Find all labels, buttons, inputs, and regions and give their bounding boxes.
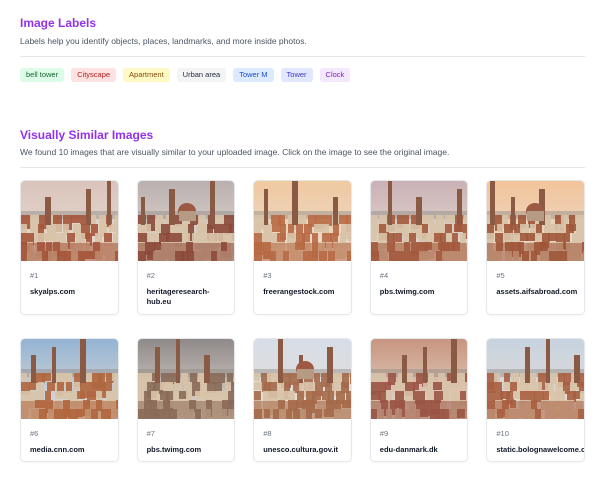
image-source-domain[interactable]: freerangestock.com	[263, 287, 347, 297]
similar-image-card[interactable]: #9 edu-danmark.dk	[369, 338, 469, 462]
similar-image-thumbnail[interactable]	[370, 339, 468, 419]
image-source-domain[interactable]: assets.aifsabroad.com	[496, 287, 580, 297]
similar-image-thumbnail[interactable]	[254, 181, 351, 261]
image-index: #7	[146, 429, 155, 438]
image-index: #8	[263, 429, 272, 438]
similar-image-card[interactable]: #3 freerangestock.com	[253, 180, 352, 315]
image-source-domain[interactable]: edu-danmark.dk	[380, 445, 464, 455]
similar-image-card[interactable]: #10 static.bolognawelcome.co...	[486, 338, 585, 462]
similar-image-thumbnail[interactable]	[137, 339, 235, 419]
similar-image-card[interactable]: #2 heritageresearch-hub.eu	[136, 180, 236, 315]
image-index: #4	[379, 271, 389, 280]
labels-description: Labels help you identify objects, places…	[20, 36, 307, 46]
image-source-domain[interactable]: media.cnn.com	[30, 445, 114, 455]
image-source-domain[interactable]: unesco.cultura.gov.it	[263, 445, 347, 455]
image-source-domain[interactable]: pbs.twimg.com	[380, 287, 464, 297]
similar-image-card[interactable]: #6 media.cnn.com	[20, 338, 119, 462]
label-chip[interactable]: Cityscape	[71, 68, 117, 82]
similar-image-card[interactable]: #4 pbs.twimg.com	[369, 180, 469, 315]
image-source-domain[interactable]: heritageresearch-hub.eu	[147, 287, 231, 307]
label-chip[interactable]: bell tower	[20, 68, 65, 82]
label-chip[interactable]: Clock	[319, 68, 351, 82]
image-source-domain[interactable]: static.bolognawelcome.co...	[496, 445, 584, 455]
label-chip[interactable]: Urban area	[176, 68, 227, 82]
label-chip-list: bell tower Cityscape Apartment Urban area To…	[20, 68, 351, 82]
label-chip[interactable]: Apartment	[123, 68, 170, 82]
similar-image-card[interactable]: #5 assets.aifsabroad.com	[486, 180, 585, 315]
image-source-domain[interactable]: skyalps.com	[30, 287, 114, 297]
similar-image-thumbnail[interactable]	[487, 181, 584, 261]
image-grid-row: #6 media.cnn.com #7 pbs.twimg.com #8 unesco.c…	[20, 338, 585, 462]
similar-image-thumbnail[interactable]	[21, 181, 118, 261]
similar-image-thumbnail[interactable]	[137, 181, 235, 261]
similar-image-card[interactable]: #7 pbs.twimg.com	[136, 338, 236, 462]
similar-image-thumbnail[interactable]	[370, 181, 468, 261]
divider	[20, 56, 585, 57]
image-index: #1	[30, 271, 39, 280]
image-source-domain[interactable]: pbs.twimg.com	[147, 445, 231, 455]
label-chip[interactable]: Tower	[280, 68, 313, 82]
similar-image-card[interactable]: #1 skyalps.com	[20, 180, 119, 315]
similar-images-description: We found 10 images that are visually sim…	[20, 147, 450, 157]
image-index: #5	[496, 271, 505, 280]
similar-image-thumbnail[interactable]	[254, 339, 351, 419]
divider	[20, 167, 585, 168]
similar-image-card[interactable]: #8 unesco.cultura.gov.it	[253, 338, 352, 462]
image-grid-row: #1 skyalps.com #2 heritageresearch-hub.eu #3…	[20, 180, 585, 315]
similar-image-thumbnail[interactable]	[21, 339, 118, 419]
image-index: #9	[379, 429, 389, 438]
similar-images-title: Visually Similar Images	[20, 128, 154, 142]
image-index: #2	[146, 271, 155, 280]
image-index: #3	[263, 271, 272, 280]
similar-image-thumbnail[interactable]	[487, 339, 584, 419]
image-index: #6	[30, 429, 39, 438]
image-index: #10	[496, 429, 509, 438]
label-chip[interactable]: Tower M	[233, 68, 274, 82]
labels-title: Image Labels	[20, 16, 97, 30]
